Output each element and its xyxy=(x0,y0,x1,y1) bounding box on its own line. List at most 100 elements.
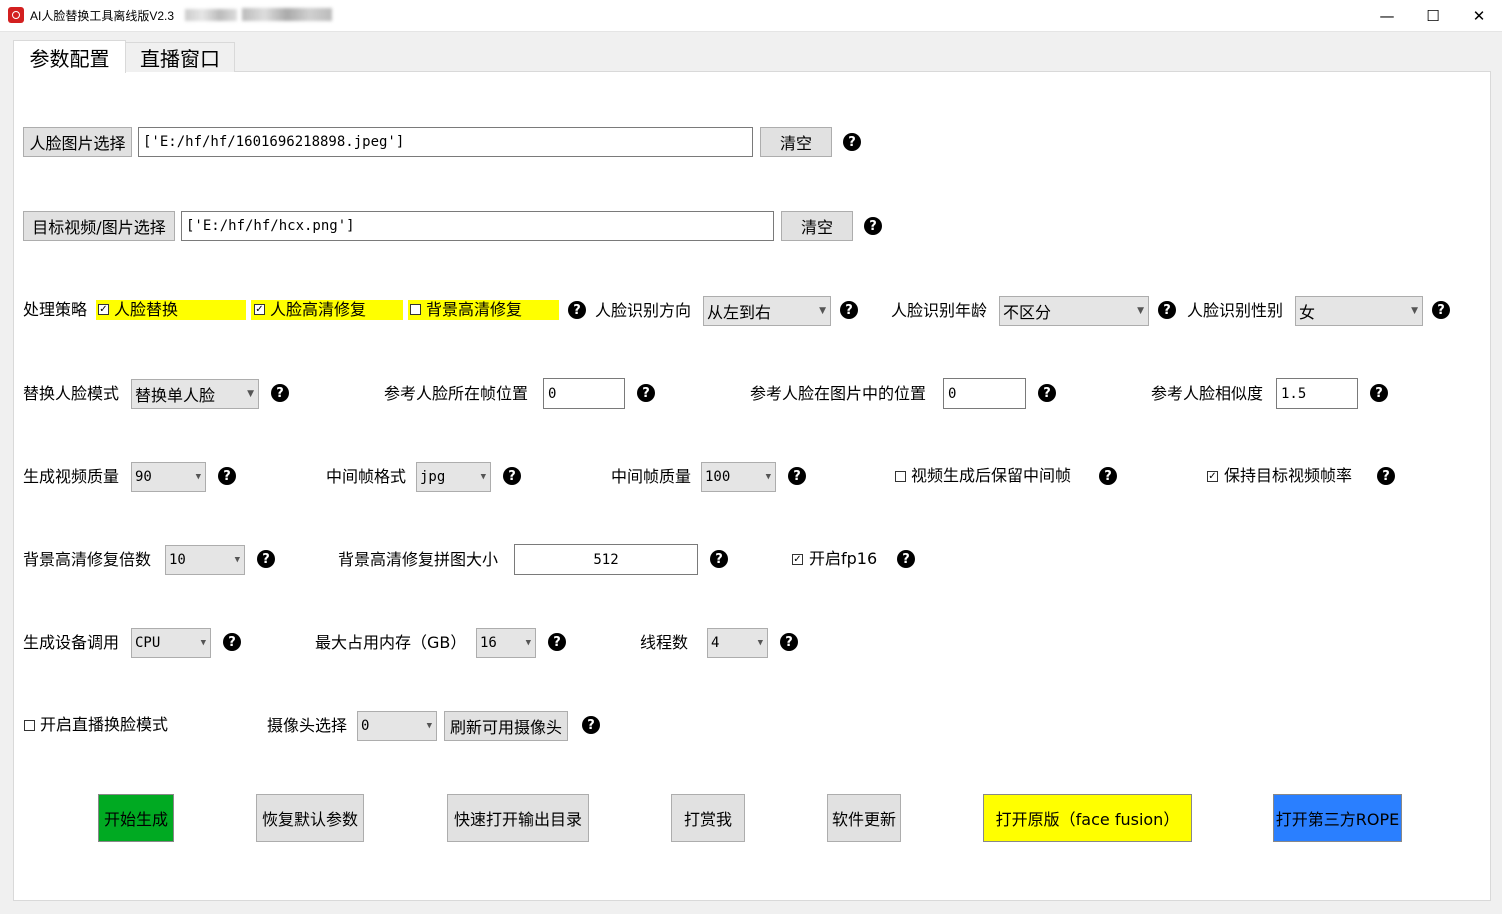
help-icon[interactable]: ? xyxy=(223,633,241,651)
strategy-face-enhance-checkbox[interactable]: ✓ xyxy=(254,304,265,315)
face-age-label: 人脸识别年龄 xyxy=(891,301,988,320)
strategy-face-enhance-label: 人脸高清修复 xyxy=(270,300,367,319)
keep-fps-checkbox[interactable]: ✓ xyxy=(1207,471,1218,482)
help-icon[interactable]: ? xyxy=(218,467,236,485)
chevron-down-icon: ▼ xyxy=(1137,306,1144,316)
open-rope-button[interactable]: 打开第三方ROPE xyxy=(1273,794,1402,842)
help-icon[interactable]: ? xyxy=(710,550,728,568)
threads-value: 4 xyxy=(711,635,720,651)
bg-tile-label: 背景高清修复拼图大小 xyxy=(338,550,499,569)
face-gender-value: 女 xyxy=(1299,303,1316,322)
help-icon[interactable]: ? xyxy=(788,467,806,485)
camera-value: 0 xyxy=(361,718,370,734)
help-icon[interactable]: ? xyxy=(637,384,655,402)
face-gender-select[interactable]: 女 ▼ xyxy=(1295,296,1423,326)
help-icon[interactable]: ? xyxy=(503,467,521,485)
help-icon[interactable]: ? xyxy=(1038,384,1056,402)
help-icon[interactable]: ? xyxy=(840,301,858,319)
video-quality-value: 90 xyxy=(135,469,152,485)
chevron-down-icon: ▼ xyxy=(525,638,531,648)
minimize-button[interactable]: — xyxy=(1364,0,1410,31)
ref-similarity-field[interactable]: 1.5 xyxy=(1276,378,1358,409)
help-icon[interactable]: ? xyxy=(1377,467,1395,485)
frame-format-select[interactable]: jpg ▼ xyxy=(416,462,491,492)
device-label: 生成设备调用 xyxy=(23,633,120,652)
device-select[interactable]: CPU ▼ xyxy=(131,628,211,658)
frame-format-label: 中间帧格式 xyxy=(326,467,407,486)
ref-similarity-label: 参考人脸相似度 xyxy=(1151,384,1264,403)
chevron-down-icon: ▼ xyxy=(195,472,201,482)
close-button[interactable]: ✕ xyxy=(1456,0,1502,31)
open-original-button[interactable]: 打开原版（face fusion） xyxy=(983,794,1192,842)
replace-mode-select[interactable]: 替换单人脸 ▼ xyxy=(131,379,259,409)
ref-frame-field[interactable]: 0 xyxy=(543,378,625,409)
threads-label: 线程数 xyxy=(640,633,689,652)
frame-quality-select[interactable]: 100 ▼ xyxy=(701,462,776,492)
face-image-path-field[interactable]: ['E:/hf/hf/1601696218898.jpeg'] xyxy=(138,127,753,157)
reset-defaults-button[interactable]: 恢复默认参数 xyxy=(256,794,364,842)
tab-live[interactable]: 直播窗口 xyxy=(125,42,235,72)
window-title: AI人脸替换工具离线版V2.3 xyxy=(30,9,175,23)
face-gender-label: 人脸识别性别 xyxy=(1187,301,1284,320)
frame-format-value: jpg xyxy=(420,469,446,485)
help-icon[interactable]: ? xyxy=(780,633,798,651)
help-icon[interactable]: ? xyxy=(257,550,275,568)
max-memory-value: 16 xyxy=(480,635,497,651)
bg-tile-field[interactable]: 512 xyxy=(514,544,698,575)
face-direction-label: 人脸识别方向 xyxy=(595,301,692,320)
face-image-select-button[interactable]: 人脸图片选择 xyxy=(23,127,132,157)
help-icon[interactable]: ? xyxy=(271,384,289,402)
strategy-bg-enhance-label: 背景高清修复 xyxy=(426,300,523,319)
ref-position-field[interactable]: 0 xyxy=(943,378,1026,409)
help-icon[interactable]: ? xyxy=(1370,384,1388,402)
help-icon[interactable]: ? xyxy=(897,550,915,568)
max-memory-select[interactable]: 16 ▼ xyxy=(476,628,536,658)
tip-button[interactable]: 打赏我 xyxy=(671,794,745,842)
target-media-select-button[interactable]: 目标视频/图片选择 xyxy=(23,211,175,241)
chevron-down-icon: ▼ xyxy=(765,472,771,482)
strategy-face-swap-checkbox[interactable]: ✓ xyxy=(98,304,109,315)
tab-config[interactable]: 参数配置 xyxy=(13,40,126,73)
help-icon[interactable]: ? xyxy=(843,133,861,151)
threads-select[interactable]: 4 ▼ xyxy=(707,628,768,658)
help-icon[interactable]: ? xyxy=(1432,301,1450,319)
face-direction-select[interactable]: 从左到右 ▼ xyxy=(703,296,831,326)
face-image-clear-button[interactable]: 清空 xyxy=(760,127,832,157)
chevron-down-icon: ▼ xyxy=(200,638,206,648)
help-icon[interactable]: ? xyxy=(548,633,566,651)
frame-quality-label: 中间帧质量 xyxy=(611,467,692,486)
video-quality-label: 生成视频质量 xyxy=(23,467,120,486)
blurred-title-suffix xyxy=(185,9,237,21)
live-mode-checkbox[interactable] xyxy=(24,720,35,731)
refresh-camera-button[interactable]: 刷新可用摄像头 xyxy=(444,711,568,741)
keep-frames-checkbox[interactable] xyxy=(895,471,906,482)
chevron-down-icon: ▼ xyxy=(819,306,826,316)
help-icon[interactable]: ? xyxy=(568,301,586,319)
live-mode-label: 开启直播换脸模式 xyxy=(40,715,169,734)
face-age-value: 不区分 xyxy=(1003,303,1052,322)
replace-mode-value: 替换单人脸 xyxy=(135,386,216,405)
strategy-bg-enhance-checkbox[interactable] xyxy=(410,304,421,315)
update-button[interactable]: 软件更新 xyxy=(827,794,901,842)
help-icon[interactable]: ? xyxy=(1099,467,1117,485)
keep-fps-label: 保持目标视频帧率 xyxy=(1224,466,1353,485)
chevron-down-icon: ▼ xyxy=(234,555,240,565)
replace-mode-label: 替换人脸模式 xyxy=(23,384,120,403)
fp16-checkbox[interactable]: ✓ xyxy=(792,554,803,565)
video-quality-select[interactable]: 90 ▼ xyxy=(131,462,206,492)
maximize-button[interactable]: ☐ xyxy=(1410,0,1456,31)
chevron-down-icon: ▼ xyxy=(426,721,432,731)
target-media-clear-button[interactable]: 清空 xyxy=(781,211,853,241)
help-icon[interactable]: ? xyxy=(864,217,882,235)
face-age-select[interactable]: 不区分 ▼ xyxy=(999,296,1149,326)
target-media-path-field[interactable]: ['E:/hf/hf/hcx.png'] xyxy=(181,211,774,241)
help-icon[interactable]: ? xyxy=(1158,301,1176,319)
strategy-label: 处理策略 xyxy=(23,300,88,319)
frame-quality-value: 100 xyxy=(705,469,731,485)
camera-select[interactable]: 0 ▼ xyxy=(357,711,437,741)
chevron-down-icon: ▼ xyxy=(757,638,763,648)
start-button[interactable]: 开始生成 xyxy=(98,794,174,842)
bg-scale-select[interactable]: 10 ▼ xyxy=(165,545,245,575)
open-output-button[interactable]: 快速打开输出目录 xyxy=(447,794,589,842)
help-icon[interactable]: ? xyxy=(582,716,600,734)
